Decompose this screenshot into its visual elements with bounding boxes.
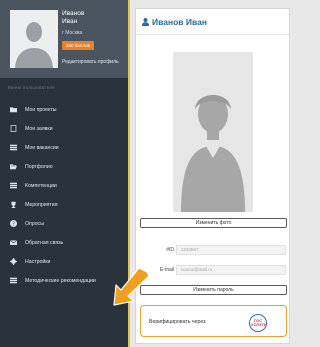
page-title-text: Иванов Иван (152, 17, 207, 27)
edit-profile-link[interactable]: Редактировать профиль (62, 59, 119, 65)
sidebar-menu: Мои проекты Мои заявки Мои вакансии Порт… (0, 100, 128, 290)
folder-icon (10, 106, 17, 113)
folder-open-icon (10, 163, 17, 170)
sidebar-item-label: Опросы (25, 220, 44, 227)
pointer-arrow-icon (113, 268, 151, 308)
sidebar-item-settings[interactable]: Настройки (0, 252, 128, 271)
profile-name: Иванов Иван (62, 10, 84, 26)
mail-icon (10, 239, 17, 246)
avatar[interactable] (10, 10, 58, 68)
points-badge: 250 баллов (62, 41, 94, 50)
sidebar-item-label: Портфолио (25, 163, 53, 170)
question-icon: ? (10, 220, 17, 227)
sidebar: Иванов Иван г Москва 250 баллов Редактир… (0, 0, 128, 347)
sidebar-item-label: Компетенции (25, 182, 57, 189)
email-field[interactable]: ivanov@mail.ru (176, 265, 286, 275)
sidebar-item-label: Мои вакансии (25, 144, 59, 151)
sidebar-item-competencies[interactable]: Компетенции (0, 176, 128, 195)
document-icon (10, 125, 17, 132)
sidebar-item-guidelines[interactable]: Методические рекомендации (0, 271, 128, 290)
change-password-button[interactable]: Изменить пароль (140, 285, 287, 295)
profile-box: Иванов Иван г Москва 250 баллов Редактир… (0, 0, 128, 78)
svg-text:?: ? (12, 221, 15, 227)
sidebar-item-portfolio[interactable]: Портфолио (0, 157, 128, 176)
list-icon (10, 144, 17, 151)
title-divider (136, 34, 289, 35)
gosuslugi-logo-text: ГОС УСЛУГИ (251, 318, 267, 327)
gear-icon (10, 258, 17, 265)
sidebar-item-label: Обратная связь (25, 239, 64, 246)
sidebar-item-label: Мероприятия (25, 201, 58, 208)
verify-gosuslugi-button[interactable]: Верифицировать через ГОС УСЛУГИ (140, 305, 287, 337)
sidebar-item-requests[interactable]: Мои заявки (0, 119, 128, 138)
change-photo-button[interactable]: Изменить фото (140, 218, 287, 228)
sidebar-item-label: Методические рекомендации (25, 277, 96, 284)
id-field[interactable]: 1234567 (176, 245, 286, 255)
list-icon (10, 277, 17, 284)
menu-title: Меню пользователя (8, 85, 56, 90)
page-title: Иванов Иван (142, 17, 207, 27)
profile-first-name: Иван (62, 18, 78, 25)
profile-card: Иванов Иван Изменить фото #ID 1234567 E-… (135, 8, 290, 344)
sidebar-item-vacancies[interactable]: Мои вакансии (0, 138, 128, 157)
profile-photo (173, 52, 253, 212)
id-label: #ID (166, 247, 174, 253)
trophy-icon (10, 201, 17, 208)
sidebar-item-surveys[interactable]: ? Опросы (0, 214, 128, 233)
sidebar-item-label: Настройки (25, 258, 51, 265)
sidebar-item-events[interactable]: Мероприятия (0, 195, 128, 214)
profile-last-name: Иванов (62, 10, 85, 17)
user-icon (142, 18, 149, 26)
profile-city: г Москва (62, 30, 83, 36)
gosuslugi-logo: ГОС УСЛУГИ (249, 314, 267, 332)
verify-text: Верифицировать через (149, 319, 206, 325)
sidebar-item-feedback[interactable]: Обратная связь (0, 233, 128, 252)
sidebar-item-label: Мои проекты (25, 106, 57, 113)
sidebar-item-label: Мои заявки (25, 125, 53, 132)
list-icon (10, 182, 17, 189)
sidebar-item-projects[interactable]: Мои проекты (0, 100, 128, 119)
